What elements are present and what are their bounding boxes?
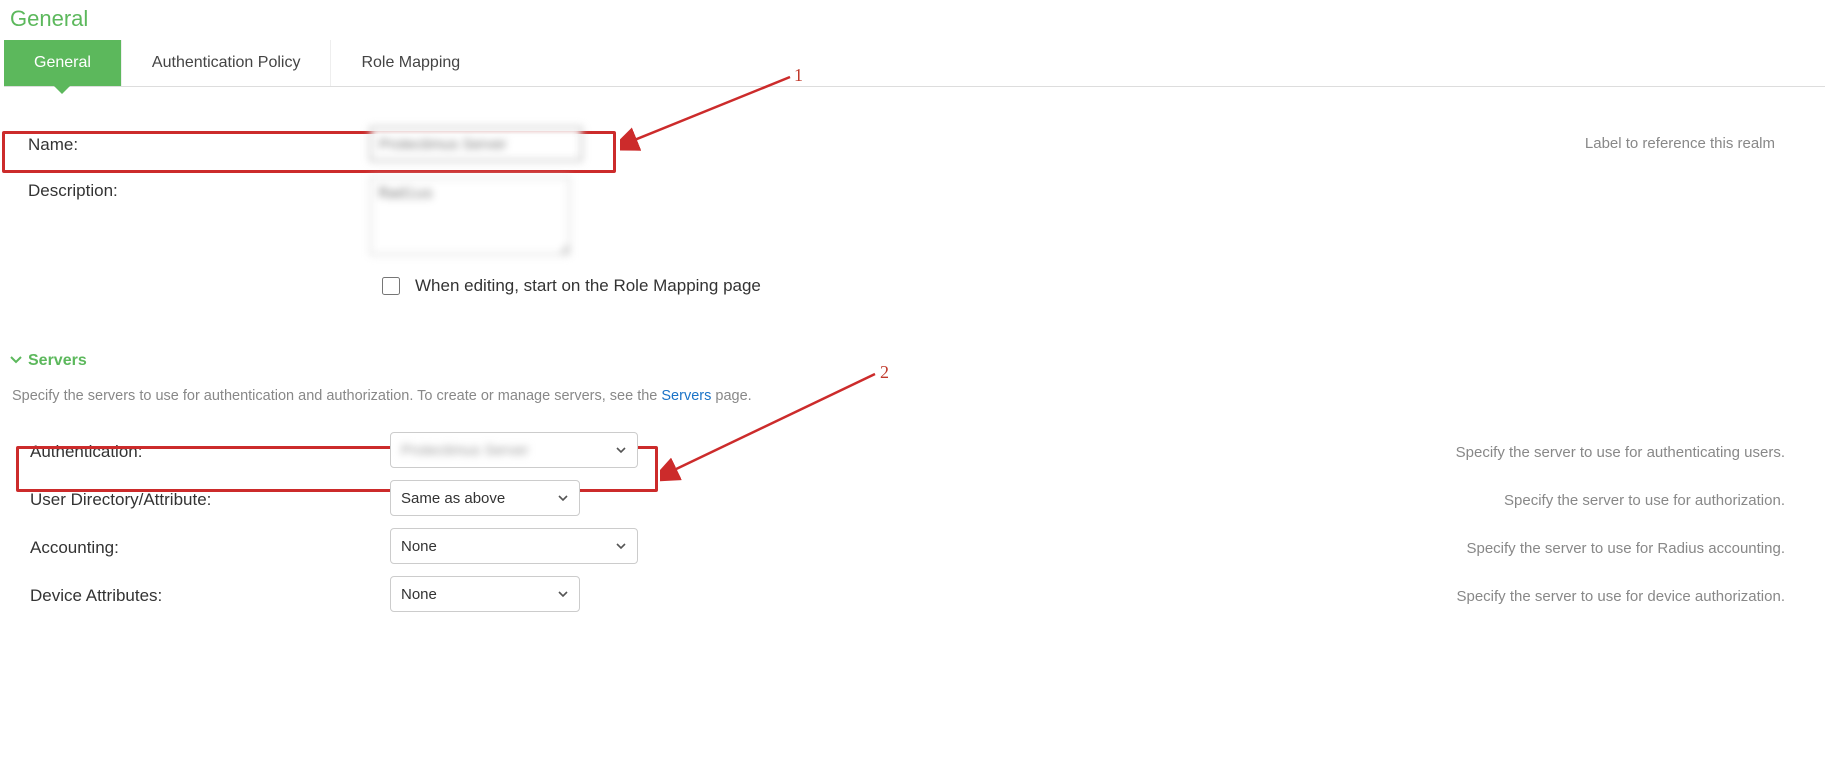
- servers-section-title: Servers: [28, 352, 87, 370]
- name-label: Name:: [10, 127, 370, 155]
- device-attributes-select[interactable]: None: [390, 576, 580, 612]
- row-user-directory: User Directory/Attribute: Same as above …: [0, 480, 1825, 516]
- servers-area: 2 Specify the servers to use for authent…: [0, 388, 1825, 612]
- accounting-select[interactable]: None: [390, 528, 638, 564]
- accounting-value: None: [401, 538, 437, 555]
- start-on-role-mapping-label: When editing, start on the Role Mapping …: [415, 276, 761, 296]
- user-directory-select[interactable]: Same as above: [390, 480, 580, 516]
- tab-authentication-policy[interactable]: Authentication Policy: [122, 40, 332, 86]
- row-authentication: Authentication: Protectimus Server Speci…: [0, 426, 1825, 468]
- chevron-down-icon: [10, 354, 22, 369]
- general-form: 1 Name: Label to reference this realm De…: [0, 87, 1825, 348]
- accounting-label: Accounting:: [0, 534, 390, 558]
- authentication-hint: Specify the server to use for authentica…: [1456, 440, 1825, 461]
- tab-general[interactable]: General: [4, 40, 122, 86]
- servers-desc-prefix: Specify the servers to use for authentic…: [12, 388, 661, 404]
- row-name: Name: Label to reference this realm: [10, 127, 1815, 161]
- chevron-down-icon: [615, 444, 627, 456]
- chevron-down-icon: [557, 492, 569, 504]
- row-start-on-role-mapping: When editing, start on the Role Mapping …: [10, 274, 1815, 298]
- description-field[interactable]: Radius: [370, 177, 570, 255]
- tabs: General Authentication Policy Role Mappi…: [4, 40, 1825, 87]
- user-directory-value: Same as above: [401, 490, 505, 507]
- servers-link[interactable]: Servers: [661, 388, 711, 404]
- name-field[interactable]: [370, 127, 582, 161]
- row-device-attributes: Device Attributes: None Specify the serv…: [0, 576, 1825, 612]
- row-accounting: Accounting: None Specify the server to u…: [0, 528, 1825, 564]
- chevron-down-icon: [615, 540, 627, 552]
- authentication-value: Protectimus Server: [401, 442, 529, 459]
- tab-role-mapping[interactable]: Role Mapping: [331, 40, 490, 86]
- user-directory-hint: Specify the server to use for authorizat…: [1504, 488, 1825, 509]
- device-attributes-label: Device Attributes:: [0, 582, 390, 606]
- device-attributes-hint: Specify the server to use for device aut…: [1456, 584, 1825, 605]
- accounting-hint: Specify the server to use for Radius acc…: [1466, 536, 1825, 557]
- page-title: General: [0, 0, 1825, 40]
- chevron-down-icon: [557, 588, 569, 600]
- user-directory-label: User Directory/Attribute:: [0, 486, 390, 510]
- servers-desc-suffix: page.: [711, 388, 751, 404]
- row-description: Description: Radius: [10, 177, 1815, 258]
- servers-section-toggle[interactable]: Servers: [0, 348, 1825, 388]
- device-attributes-value: None: [401, 586, 437, 603]
- start-on-role-mapping-checkbox[interactable]: [382, 277, 400, 295]
- description-label: Description:: [10, 177, 370, 201]
- servers-description: Specify the servers to use for authentic…: [0, 388, 1825, 426]
- name-hint: Label to reference this realm: [1585, 127, 1815, 152]
- authentication-label: Authentication:: [0, 438, 390, 462]
- authentication-select[interactable]: Protectimus Server: [390, 432, 638, 468]
